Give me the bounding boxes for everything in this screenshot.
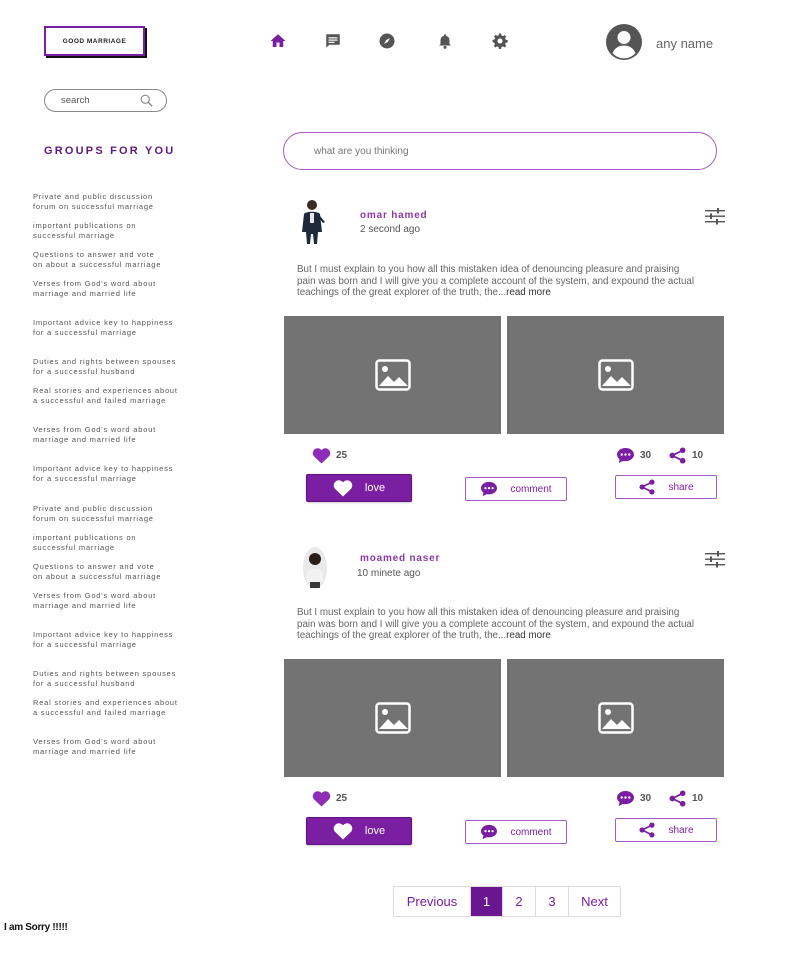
post-image[interactable] — [284, 659, 501, 777]
group-link[interactable]: Questions to answer and vote on about a … — [33, 250, 223, 270]
author-avatar[interactable] — [302, 546, 328, 590]
likes-count[interactable]: 25 — [312, 447, 347, 464]
read-more-link[interactable]: read more — [506, 630, 551, 641]
shares-count[interactable]: 10 — [668, 447, 703, 464]
page-button-1[interactable]: 1 — [470, 887, 502, 916]
share-icon — [669, 447, 686, 464]
post-text: But I must explain to you how all this m… — [297, 264, 695, 298]
message-icon[interactable] — [323, 31, 343, 51]
group-link[interactable]: Duties and rights between spouses for a … — [33, 669, 223, 689]
next-page-button[interactable]: Next — [568, 887, 620, 916]
shares-count[interactable]: 10 — [668, 790, 703, 807]
pagination: Previous 1 2 3 Next — [393, 886, 621, 917]
share-button[interactable]: share — [615, 475, 717, 499]
post-author[interactable]: omar hamed — [360, 210, 427, 221]
heart-icon — [333, 480, 353, 497]
love-button[interactable]: love — [306, 817, 412, 845]
search-icon[interactable] — [139, 93, 154, 108]
groups-title: GROUPS FOR YOU — [44, 145, 176, 157]
post-time: 2 second ago — [360, 224, 421, 235]
group-link[interactable]: Real stories and experiences about a suc… — [33, 386, 223, 406]
group-link[interactable]: Duties and rights between spouses for a … — [33, 357, 223, 377]
avatar[interactable] — [606, 24, 642, 60]
search-input[interactable] — [61, 95, 137, 106]
group-link[interactable]: Important advice key to happiness for a … — [33, 464, 223, 484]
group-link[interactable]: important publications on successful mar… — [33, 533, 223, 553]
image-icon — [597, 359, 634, 391]
comment-button[interactable]: comment — [465, 820, 567, 844]
post-options-icon[interactable] — [705, 207, 725, 225]
share-button[interactable]: share — [615, 818, 717, 842]
gear-icon[interactable] — [490, 31, 510, 51]
previous-page-button[interactable]: Previous — [394, 887, 470, 916]
post-image[interactable] — [507, 659, 724, 777]
post-image[interactable] — [284, 316, 501, 434]
post-image[interactable] — [507, 316, 724, 434]
footer-text: I am Sorry !!!!! — [4, 922, 68, 933]
post-options-icon[interactable] — [705, 550, 725, 568]
comment-button[interactable]: comment — [465, 477, 567, 501]
logo[interactable]: GOOD MARRIAGE — [44, 26, 145, 56]
post-composer-input[interactable] — [314, 145, 694, 157]
group-link[interactable]: Verses from God's word about marriage an… — [33, 591, 223, 611]
explore-icon[interactable] — [377, 31, 397, 51]
post-composer[interactable] — [283, 132, 717, 170]
page-button-3[interactable]: 3 — [535, 887, 568, 916]
group-link[interactable]: Important advice key to happiness for a … — [33, 318, 223, 338]
image-icon — [374, 702, 411, 734]
group-link[interactable]: Verses from God's word about marriage an… — [33, 279, 223, 299]
share-icon — [639, 479, 656, 495]
heart-icon — [312, 791, 331, 807]
home-icon[interactable] — [268, 31, 288, 51]
heart-icon — [333, 823, 353, 840]
comment-icon — [617, 447, 634, 464]
comment-icon — [617, 790, 634, 807]
share-icon — [639, 822, 656, 838]
love-button[interactable]: love — [306, 474, 412, 502]
likes-count[interactable]: 25 — [312, 790, 347, 807]
post-time: 10 minete ago — [357, 568, 421, 579]
comments-count[interactable]: 30 — [616, 790, 651, 807]
group-link[interactable]: Private and public discussion forum on s… — [33, 192, 223, 212]
author-avatar[interactable] — [299, 198, 325, 244]
read-more-link[interactable]: read more — [506, 287, 551, 298]
group-link[interactable]: important publications on successful mar… — [33, 221, 223, 241]
image-icon — [374, 359, 411, 391]
comments-count[interactable]: 30 — [616, 447, 651, 464]
heart-icon — [312, 448, 331, 464]
image-icon — [597, 702, 634, 734]
page-button-2[interactable]: 2 — [502, 887, 535, 916]
post-text: But I must explain to you how all this m… — [297, 607, 695, 641]
comment-icon — [481, 481, 498, 497]
group-link[interactable]: Questions to answer and vote on about a … — [33, 562, 223, 582]
group-link[interactable]: Private and public discussion forum on s… — [33, 504, 223, 524]
bell-icon[interactable] — [435, 31, 455, 51]
username[interactable]: any name — [656, 36, 713, 51]
group-link[interactable]: Verses from God's word about marriage an… — [33, 737, 223, 757]
comment-icon — [481, 824, 498, 840]
group-link[interactable]: Verses from God's word about marriage an… — [33, 425, 223, 445]
group-link[interactable]: Important advice key to happiness for a … — [33, 630, 223, 650]
search-box[interactable] — [44, 89, 167, 112]
post-author[interactable]: moamed naser — [360, 553, 440, 564]
group-link[interactable]: Real stories and experiences about a suc… — [33, 698, 223, 718]
share-icon — [669, 790, 686, 807]
